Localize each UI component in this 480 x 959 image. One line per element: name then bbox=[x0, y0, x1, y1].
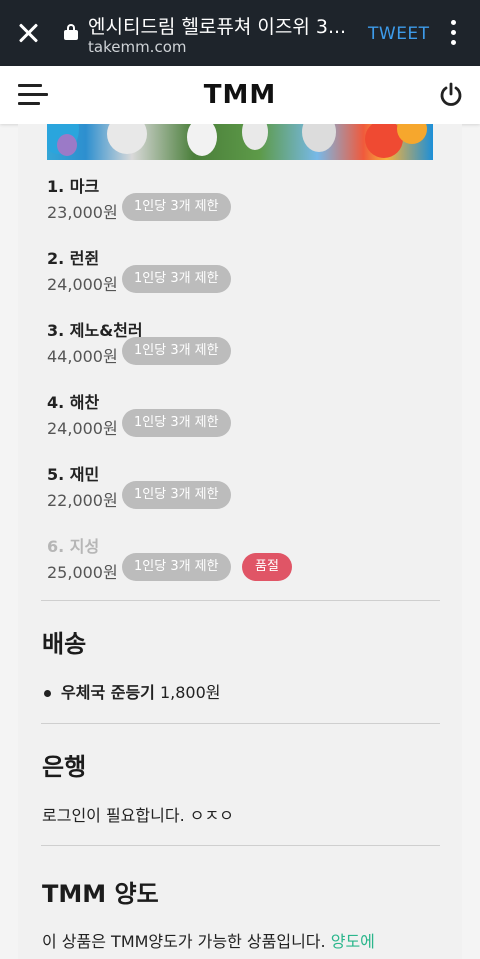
divider bbox=[41, 845, 440, 846]
power-icon[interactable] bbox=[438, 82, 464, 108]
site-header: TMM bbox=[0, 66, 480, 124]
bank-text: 로그인이 필요합니다. ㅇㅈㅇ bbox=[42, 806, 234, 825]
close-icon[interactable] bbox=[14, 19, 42, 47]
more-options-icon[interactable] bbox=[446, 20, 460, 46]
option-item[interactable]: 5. 재민 22,000원 1인당 3개 제한 bbox=[47, 457, 447, 529]
product-image bbox=[47, 124, 433, 160]
limit-badge: 1인당 3개 제한 bbox=[122, 193, 231, 221]
option-name: 5. 재민 bbox=[47, 465, 100, 484]
bullet bbox=[44, 690, 51, 697]
transfer-description: 이 상품은 TMM양도가 가능한 상품입니다. bbox=[42, 932, 326, 951]
site-logo[interactable]: TMM bbox=[0, 80, 480, 110]
soldout-badge: 품절 bbox=[242, 553, 292, 581]
limit-badge: 1인당 3개 제한 bbox=[122, 553, 231, 581]
shipping-method-name: 우체국 준등기 bbox=[61, 683, 155, 702]
divider bbox=[41, 600, 440, 601]
option-price: 25,000원 bbox=[47, 563, 118, 582]
shipping-method: 우체국 준등기 1,800원 bbox=[44, 679, 221, 703]
limit-badge: 1인당 3개 제한 bbox=[122, 337, 231, 365]
option-price: 24,000원 bbox=[47, 419, 118, 438]
divider bbox=[41, 723, 440, 724]
option-name: 4. 해찬 bbox=[47, 393, 100, 412]
option-price: 22,000원 bbox=[47, 491, 118, 510]
page-url: takemm.com bbox=[88, 38, 187, 56]
option-item[interactable]: 1. 마크 23,000원 1인당 3개 제한 bbox=[47, 169, 447, 241]
shipping-fee: 1,800원 bbox=[159, 683, 221, 702]
option-name: 2. 런쥔 bbox=[47, 249, 100, 268]
lock-icon bbox=[64, 24, 78, 40]
option-item[interactable]: 4. 해찬 24,000원 1인당 3개 제한 bbox=[47, 385, 447, 457]
option-price: 44,000원 bbox=[47, 347, 118, 366]
option-item[interactable]: 3. 제노&천러 44,000원 1인당 3개 제한 bbox=[47, 313, 447, 385]
option-list: 1. 마크 23,000원 1인당 3개 제한 2. 런쥔 24,000원 1인… bbox=[47, 169, 447, 601]
transfer-link[interactable]: 양도에 bbox=[331, 932, 375, 951]
option-name: 6. 지성 bbox=[47, 537, 100, 556]
option-name: 1. 마크 bbox=[47, 177, 100, 196]
limit-badge: 1인당 3개 제한 bbox=[122, 265, 231, 293]
option-item[interactable]: 2. 런쥔 24,000원 1인당 3개 제한 bbox=[47, 241, 447, 313]
bank-title: 은행 bbox=[42, 753, 87, 781]
page-title: 엔시티드림 헬로퓨쳐 이즈위 3... bbox=[88, 16, 347, 38]
browser-toolbar: 엔시티드림 헬로퓨쳐 이즈위 3... takemm.com TWEET bbox=[0, 0, 480, 66]
tweet-button[interactable]: TWEET bbox=[368, 24, 430, 44]
option-price: 24,000원 bbox=[47, 275, 118, 294]
option-name: 3. 제노&천러 bbox=[47, 321, 143, 340]
limit-badge: 1인당 3개 제한 bbox=[122, 409, 231, 437]
transfer-text: 이 상품은 TMM양도가 가능한 상품입니다. 양도에 bbox=[42, 928, 375, 952]
limit-badge: 1인당 3개 제한 bbox=[122, 481, 231, 509]
product-content: 1. 마크 23,000원 1인당 3개 제한 2. 런쥔 24,000원 1인… bbox=[18, 124, 462, 959]
option-item-soldout: 6. 지성 25,000원 1인당 3개 제한 품절 bbox=[47, 529, 447, 601]
transfer-title: TMM 양도 bbox=[42, 880, 159, 908]
shipping-title: 배송 bbox=[42, 630, 87, 658]
option-price: 23,000원 bbox=[47, 203, 118, 222]
